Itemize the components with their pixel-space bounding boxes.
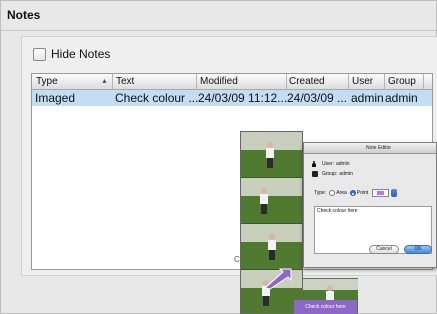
dialog-title: Note Editor: [366, 145, 392, 151]
column-divider[interactable]: [196, 74, 197, 90]
group-info-row: Group: admin: [312, 171, 353, 177]
sort-ascending-icon: ▲: [101, 78, 108, 85]
type-label: Type:: [314, 190, 327, 196]
cell-created: 24/03/09 ...: [287, 91, 348, 105]
column-divider[interactable]: [384, 74, 385, 90]
cell-type: Imaged: [35, 91, 76, 105]
pane-title: Notes: [7, 8, 41, 22]
cell-user: admin: [351, 91, 384, 105]
stepper-icon[interactable]: [391, 189, 398, 197]
ok-button[interactable]: OK: [404, 245, 432, 254]
column-header-type[interactable]: Type: [36, 76, 58, 87]
point-radio[interactable]: [349, 190, 356, 196]
table-header: Type ▲ Text Modified Created User Group: [32, 74, 432, 90]
dialog-titlebar[interactable]: Note Editor: [304, 143, 436, 154]
column-header-created[interactable]: Created: [289, 76, 325, 87]
hide-notes-label[interactable]: Hide Notes: [51, 47, 110, 61]
column-divider[interactable]: [348, 74, 349, 90]
color-well-icon[interactable]: [372, 189, 390, 197]
status-text: C: [234, 255, 240, 264]
person-icon: [312, 161, 316, 167]
type-row: Type: Area Point: [314, 189, 398, 197]
column-header-user[interactable]: User: [352, 76, 373, 87]
cancel-button[interactable]: Cancel: [369, 245, 399, 254]
golf-photo: [241, 178, 302, 223]
cell-text: Check colour ...: [115, 91, 199, 105]
user-value: admin: [335, 161, 350, 167]
note-editor-dialog: Note Editor User: admin Group: admin Typ…: [303, 142, 437, 268]
group-icon: [312, 171, 318, 177]
user-label: User:: [322, 161, 334, 167]
golf-photo: [241, 132, 302, 177]
column-divider[interactable]: [286, 74, 287, 90]
hide-notes-row[interactable]: Hide Notes: [33, 47, 110, 61]
golf-photo: [241, 224, 302, 269]
title-divider: [1, 30, 436, 31]
user-info-row: User: admin: [312, 161, 350, 167]
column-header-text[interactable]: Text: [116, 76, 134, 87]
hide-notes-checkbox[interactable]: [33, 47, 46, 61]
group-label: Group:: [322, 171, 338, 177]
column-header-modified[interactable]: Modified: [200, 76, 238, 87]
cell-modified: 24/03/09 11:12...: [198, 91, 288, 105]
point-radio-label[interactable]: Point: [357, 190, 368, 196]
pointer-arrow-icon: [263, 268, 292, 290]
column-header-group[interactable]: Group: [388, 76, 416, 87]
area-radio-label[interactable]: Area: [336, 190, 347, 196]
note-callout[interactable]: Check colour here: [294, 300, 357, 314]
column-divider[interactable]: [112, 74, 113, 90]
area-radio[interactable]: [329, 190, 336, 196]
cell-group: admin: [385, 91, 418, 105]
group-value: admin: [339, 171, 353, 177]
column-divider[interactable]: [423, 74, 424, 90]
table-row[interactable]: Imaged Check colour ... 24/03/09 11:12..…: [32, 90, 432, 106]
